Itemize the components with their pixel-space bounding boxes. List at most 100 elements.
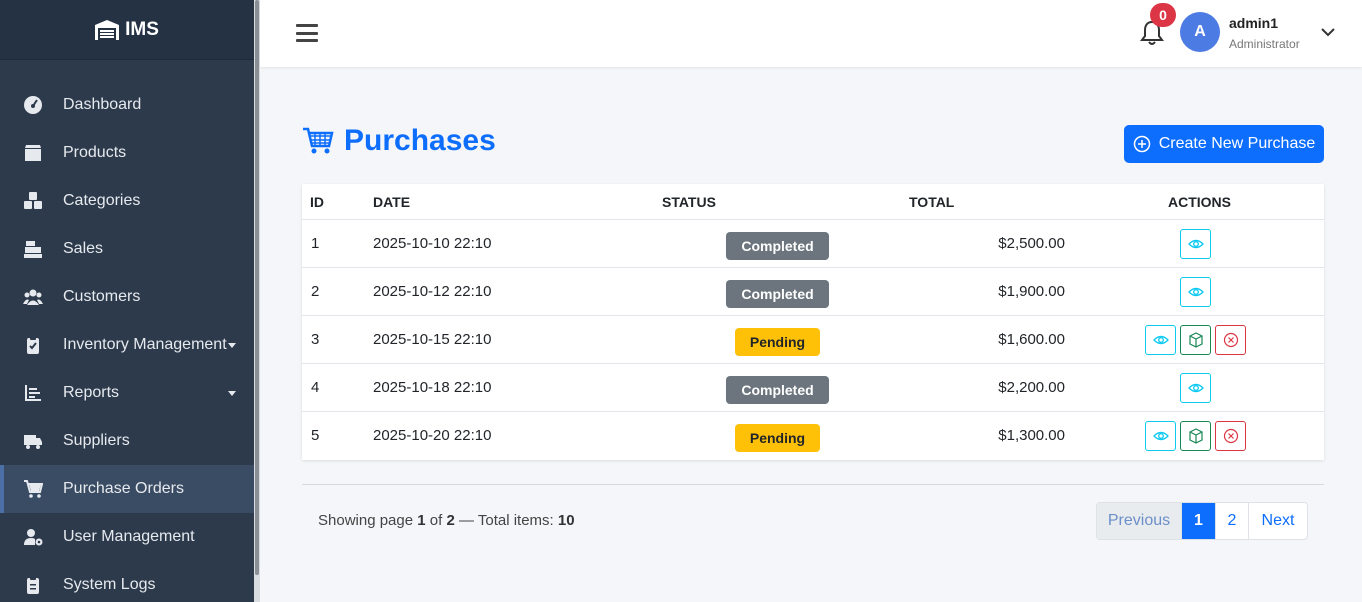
status-badge: Pending — [735, 328, 820, 356]
cell-total: $2,500.00 — [998, 235, 1065, 252]
sidebar-item-customers[interactable]: Customers — [0, 273, 254, 321]
sidebar-item-label: Dashboard — [63, 96, 142, 113]
clipboard-check-icon — [22, 335, 44, 355]
sidebar-item-label: Suppliers — [63, 432, 130, 449]
cell-total: $1,600.00 — [998, 331, 1065, 348]
column-header-id[interactable]: ID — [310, 194, 324, 210]
box-icon — [22, 143, 44, 163]
cash-register-icon — [22, 239, 44, 259]
sidebar: IMS Dashboard Products Categories Sales … — [0, 0, 254, 602]
menu-toggle-icon[interactable] — [296, 24, 318, 42]
sidebar-item-suppliers[interactable]: Suppliers — [0, 417, 254, 465]
chevron-down-icon[interactable] — [1320, 26, 1336, 38]
sidebar-item-label: Reports — [63, 384, 120, 401]
sidebar-item-products[interactable]: Products — [0, 129, 254, 177]
cart-icon — [303, 127, 334, 154]
eye-icon — [1152, 431, 1169, 441]
status-badge: Completed — [726, 376, 829, 404]
sidebar-item-system-logs[interactable]: System Logs — [0, 561, 254, 602]
pagination-of: of — [429, 512, 443, 529]
page-1-button[interactable]: 1 — [1182, 503, 1216, 539]
table-row: 2 2025-10-12 22:10 Completed $1,900.00 — [302, 268, 1324, 316]
bar-chart-icon — [22, 383, 44, 403]
notification-badge: 0 — [1150, 3, 1176, 27]
sidebar-item-dashboard[interactable]: Dashboard — [0, 81, 254, 129]
truck-icon — [22, 431, 44, 451]
sidebar-scrollbar[interactable] — [254, 0, 260, 602]
cell-total: $1,300.00 — [998, 427, 1065, 444]
box-icon — [1188, 332, 1203, 348]
scrollbar-thumb[interactable] — [255, 0, 259, 575]
sidebar-item-label: User Management — [63, 528, 195, 545]
view-button[interactable] — [1180, 373, 1211, 403]
status-badge: Completed — [726, 232, 829, 260]
cell-total: $2,200.00 — [998, 379, 1065, 396]
page-title: Purchases — [302, 124, 496, 158]
dashboard-gauge-icon — [22, 95, 44, 115]
cell-date: 2025-10-12 22:10 — [373, 283, 492, 300]
caret-down-icon — [228, 391, 236, 396]
view-button[interactable] — [1180, 277, 1211, 307]
pagination-separator: — Total items: — [458, 512, 554, 529]
table-row: 4 2025-10-18 22:10 Completed $2,200.00 — [302, 364, 1324, 412]
sidebar-item-user-management[interactable]: User Management — [0, 513, 254, 561]
status-badge: Pending — [735, 424, 820, 452]
close-circle-icon — [1223, 332, 1238, 348]
sidebar-item-label: Purchase Orders — [63, 480, 184, 497]
create-purchase-label: Create New Purchase — [1158, 135, 1316, 152]
view-button[interactable] — [1145, 325, 1176, 355]
sidebar-item-inventory-management[interactable]: Inventory Management — [0, 321, 254, 369]
sidebar-item-categories[interactable]: Categories — [0, 177, 254, 225]
users-icon — [22, 287, 44, 307]
divider — [302, 484, 1324, 485]
purchases-table: ID DATE STATUS TOTAL ACTIONS 1 2025-10-1… — [302, 184, 1324, 460]
cell-total: $1,900.00 — [998, 283, 1065, 300]
cell-id: 3 — [311, 331, 320, 348]
warehouse-icon — [95, 19, 120, 40]
cart-icon — [22, 479, 44, 499]
page-2-button[interactable]: 2 — [1216, 503, 1249, 539]
pagination: Previous 1 2 Next — [1096, 502, 1308, 540]
plus-circle-icon — [1133, 135, 1150, 153]
current-page: 1 — [417, 512, 426, 529]
cell-date: 2025-10-20 22:10 — [373, 427, 492, 444]
avatar[interactable]: A — [1180, 12, 1220, 52]
cell-date: 2025-10-18 22:10 — [373, 379, 492, 396]
brand[interactable]: IMS — [0, 0, 254, 60]
create-purchase-button[interactable]: Create New Purchase — [1124, 125, 1324, 163]
table-row: 3 2025-10-15 22:10 Pending $1,600.00 — [302, 316, 1324, 364]
cell-date: 2025-10-10 22:10 — [373, 235, 492, 252]
table-row: 1 2025-10-10 22:10 Completed $2,500.00 — [302, 220, 1324, 268]
previous-page-button[interactable]: Previous — [1097, 503, 1182, 539]
cell-id: 5 — [311, 427, 320, 444]
view-button[interactable] — [1145, 421, 1176, 451]
receive-button[interactable] — [1180, 325, 1211, 355]
sidebar-item-reports[interactable]: Reports — [0, 369, 254, 417]
pagination-prefix: Showing page — [318, 512, 414, 529]
brand-name: IMS — [125, 18, 159, 40]
sidebar-item-label: Products — [63, 144, 127, 161]
next-page-button[interactable]: Next — [1249, 503, 1307, 539]
sidebar-item-sales[interactable]: Sales — [0, 225, 254, 273]
sidebar-nav: Dashboard Products Categories Sales Cust… — [0, 60, 254, 602]
cancel-button[interactable] — [1215, 325, 1246, 355]
column-header-date[interactable]: DATE — [373, 194, 410, 210]
close-circle-icon — [1223, 428, 1238, 444]
receive-button[interactable] — [1180, 421, 1211, 451]
column-header-total[interactable]: TOTAL — [909, 194, 954, 210]
sidebar-item-label: Inventory Management — [63, 336, 227, 353]
column-header-actions: ACTIONS — [1168, 194, 1231, 210]
table-row: 5 2025-10-20 22:10 Pending $1,300.00 — [302, 412, 1324, 460]
column-header-status[interactable]: STATUS — [662, 194, 716, 210]
box-icon — [1188, 428, 1203, 444]
total-items: 10 — [557, 512, 575, 529]
view-button[interactable] — [1180, 229, 1211, 259]
cell-id: 1 — [311, 235, 320, 252]
sidebar-item-purchase-orders[interactable]: Purchase Orders — [0, 465, 254, 513]
cancel-button[interactable] — [1215, 421, 1246, 451]
eye-icon — [1187, 383, 1204, 393]
eye-icon — [1152, 335, 1169, 345]
user-role: Administrator — [1229, 37, 1300, 51]
user-gear-icon — [22, 527, 44, 547]
pagination-info: Showing page 1 of 2 — Total items: 10 — [318, 512, 575, 529]
